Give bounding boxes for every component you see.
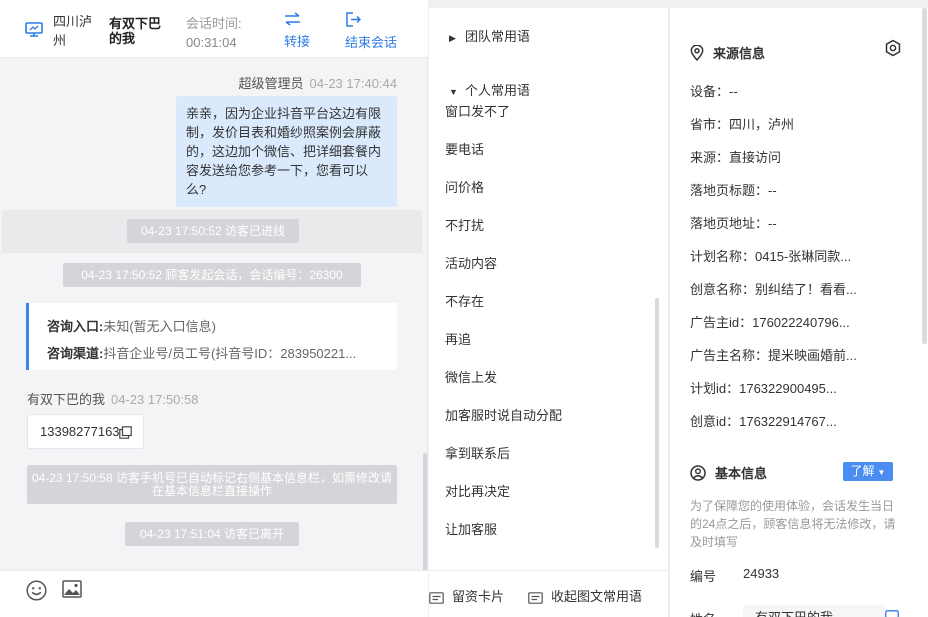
info-row-creative-id: 创意id：176322914767... [690,414,837,429]
chat-scrollbar[interactable] [423,453,427,570]
copy-icon[interactable] [885,610,899,617]
info-row-plan-id: 计划id：176322900495... [690,381,837,396]
caret-right-icon: ▶ [449,33,456,43]
entry-label: 咨询入口: [47,319,104,334]
team-phrases-group[interactable]: ▶ 团队常用语 [449,26,530,45]
personal-phrases-group[interactable]: ▼ 个人常用语 [449,80,530,99]
info-row-creative-name: 创意名称：别纠结了！看看... [690,282,857,297]
customer-name-input[interactable] [743,605,885,617]
visitor-phone: 13398277163 [40,424,120,439]
user-circle-icon [690,465,706,481]
learn-more-label: 了解 [850,464,875,478]
exit-icon [346,12,361,27]
channel-label: 咨询渠道: [47,346,104,361]
visitor-region: 四川泸州 [53,14,93,48]
entry-value: 未知(暂无入口信息) [103,319,217,334]
visitor-info-panel: 来源信息 设备：-- 省市：四川，泸州 来源：直接访问 落地页标题：-- 落地页… [669,8,928,617]
monitor-icon [25,22,43,37]
phrase-item[interactable]: 加客服时说自动分配 [445,405,562,424]
info-row-landing-title: 落地页标题：-- [690,183,777,198]
entry-info-card: 咨询入口:未知(暂无入口信息) 咨询渠道:抖音企业号/员工号(抖音号ID：283… [26,303,397,370]
agent-message-meta: 超级管理员 04-23 17:40:44 [239,73,397,92]
chat-toolbar [0,570,428,617]
phrase-item[interactable]: 活动内容 [445,253,497,272]
visitor-message-bubble: 13398277163 [27,414,144,449]
phrase-item[interactable]: 再追 [445,329,471,348]
edit-deadline-notice: 为了保障您的使用体验，会话发生当日的24点之后，顾客信息将无法修改，请及时填写 [690,499,896,549]
visitor-message-meta: 有双下巴的我 04-23 17:50:58 [27,389,198,408]
chat-panel: 四川泸州 有双下巴的我 会话时间: 00:31:04 转接 结束会话 超级管理员… [0,0,428,617]
visitor-timestamp: 04-23 17:50:58 [111,392,199,407]
session-time: 00:31:04 [186,35,237,50]
image-icon[interactable] [62,580,82,598]
customer-name-label: 姓名 [690,609,716,617]
basic-info-title: 基本信息 [690,463,767,482]
phrase-item[interactable]: 窗口发不了 [445,101,510,120]
collapse-phrases-label: 收起图文常用语 [551,589,643,604]
info-row-advertiser-name: 广告主名称：提米映画婚前... [690,348,857,363]
transfer-icon [285,12,300,26]
source-info-title: 来源信息 [690,43,765,62]
info-row-province: 省市：四川，泸州 [690,117,795,132]
phrase-item[interactable]: 对比再决定 [445,481,510,500]
phrase-item[interactable]: 要电话 [445,139,484,158]
end-session-button[interactable]: 结束会话 [345,12,397,51]
system-message-left: 04-23 17:51:04 访客已离开 [125,522,299,546]
caret-down-icon: ▼ [449,87,458,97]
chat-header: 四川泸州 有双下巴的我 会话时间: 00:31:04 转接 结束会话 [0,0,428,58]
card-icon [429,592,444,604]
customer-id-label: 编号 [690,569,717,584]
phrase-item[interactable]: 不打扰 [445,215,484,234]
transfer-label: 转接 [284,34,311,49]
lead-card-button[interactable]: 留资卡片 [429,586,504,605]
transfer-button[interactable]: 转接 [284,12,310,50]
info-scrollbar[interactable] [922,8,927,344]
smiley-icon[interactable] [26,580,47,601]
phrase-item[interactable]: 不存在 [445,291,484,310]
system-message-phone-marked: 04-23 17:50:58 访客手机号已自动标记右侧基本信息栏，如需修改请在基… [27,465,397,504]
personal-phrases-label: 个人常用语 [465,83,531,98]
visitor-message-name: 有双下巴的我 [27,392,106,407]
copy-icon[interactable] [119,426,132,439]
channel-value: 抖音企业号/员工号(抖音号ID：283950221... [103,346,357,361]
agent-name: 超级管理员 [238,76,304,91]
learn-more-button[interactable]: 了解 ▼ [843,462,893,481]
team-phrases-label: 团队常用语 [465,29,531,44]
agent-timestamp: 04-23 17:40:44 [309,76,397,91]
collapse-phrases-button[interactable]: 收起图文常用语 [528,586,642,605]
phrase-footer: 留资卡片 收起图文常用语 [429,570,668,617]
info-row-advertiser-id: 广告主id：176022240796... [690,315,850,330]
agent-message-bubble: 亲亲，因为企业抖音平台这边有限制，发价目表和婚纱照案例会屏蔽的，这边加个微信、把… [176,96,397,207]
session-time-label: 会话时间: [186,16,242,31]
phrase-item[interactable]: 问价格 [445,177,484,196]
phrase-panel: ▶ 团队常用语 ▼ 个人常用语 窗口发不了 要电话 问价格 不打扰 活动内容 不存在… [429,8,668,617]
phrase-item[interactable]: 拿到联系后 [445,443,510,462]
card-icon [528,592,543,604]
info-row-source: 来源：直接访问 [690,150,782,165]
end-session-label: 结束会话 [345,35,398,50]
system-message-session: 04-23 17:50:52 顾客发起会话，会话编号：26300 [63,263,361,287]
customer-id-value: 24933 [743,566,780,581]
phrase-item[interactable]: 让加客服 [445,519,497,538]
hexagon-settings-icon[interactable] [884,39,902,57]
system-message-entered: 04-23 17:50:52 访客已进线 [127,219,299,243]
caret-down-icon: ▼ [877,468,886,477]
info-row-device: 设备：-- [690,84,738,99]
basic-info-label: 基本信息 [715,466,768,481]
info-row-landing-url: 落地页地址：-- [690,216,777,231]
visitor-name: 有双下巴的我 [109,16,162,46]
info-row-plan-name: 计划名称：0415-张琳同款... [690,249,852,264]
source-info-label: 来源信息 [713,46,766,61]
location-pin-icon [690,44,704,62]
message-list[interactable]: 超级管理员 04-23 17:40:44 亲亲，因为企业抖音平台这边有限制，发价目… [0,58,428,570]
phrase-item[interactable]: 微信上发 [445,367,497,386]
lead-card-label: 留资卡片 [452,589,505,604]
phrase-scrollbar[interactable] [655,298,659,548]
